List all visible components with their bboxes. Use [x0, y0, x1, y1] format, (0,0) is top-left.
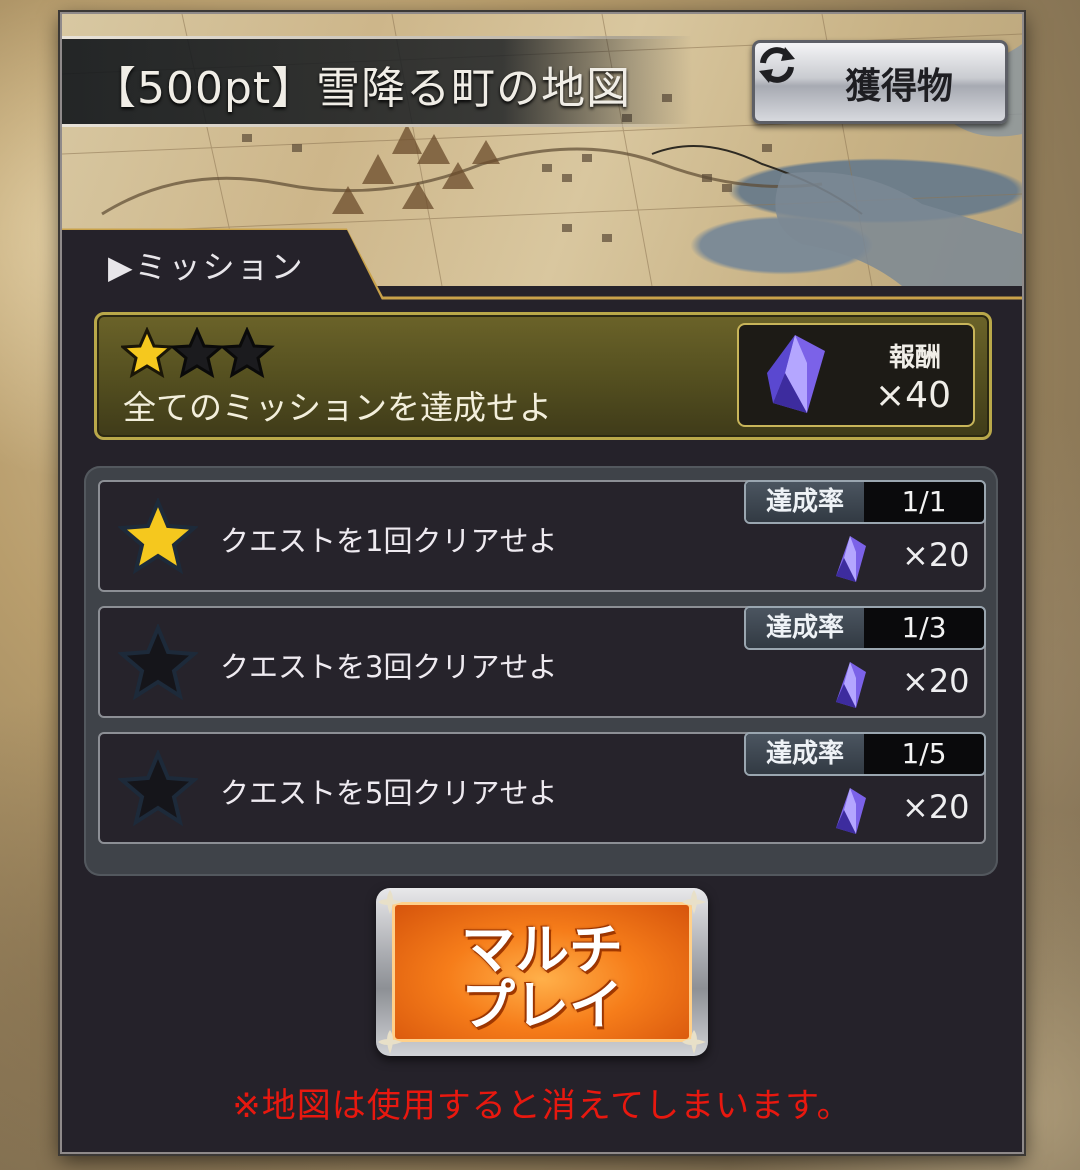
star-empty-icon [219, 327, 275, 379]
mission-dialog: 【500pt】雪降る町の地図 獲得物 ▶ミッション 全てのミッションを達成せよ … [60, 12, 1024, 1154]
fleur-ornament-icon [682, 890, 706, 914]
mission-text: クエストを1回クリアせよ [220, 524, 558, 558]
progress-box: 達成率 1/1 [744, 480, 986, 524]
button-face: マルチ プレイ [392, 902, 692, 1042]
mission-reward: ×20 [902, 788, 970, 826]
progress-label: 達成率 [746, 482, 864, 522]
crystal-icon [836, 536, 866, 582]
fleur-ornament-icon [682, 1030, 706, 1054]
map-title: 【500pt】雪降る町の地図 [92, 63, 632, 114]
loot-button[interactable]: 獲得物 [752, 40, 1008, 124]
progress-value: 1/5 [901, 737, 947, 770]
list-item: クエストを1回クリアせよ 達成率 1/1 ×20 [98, 480, 986, 592]
star-filled-icon [118, 498, 198, 575]
fleur-ornament-icon [378, 890, 402, 914]
all-missions-box: 全てのミッションを達成せよ 報酬 ×40 [94, 312, 992, 440]
triangle-right-icon: ▶ [108, 248, 135, 286]
loot-button-label: 獲得物 [845, 66, 954, 107]
title-divider-bottom [62, 124, 692, 127]
title-divider-top [62, 36, 692, 39]
mission-reward: ×20 [902, 662, 970, 700]
progress-label: 達成率 [746, 608, 864, 648]
crystal-icon [767, 335, 825, 413]
mission-list: クエストを1回クリアせよ 達成率 1/1 ×20 クエストを3回クリアせよ 達成… [84, 466, 998, 876]
crystal-icon [836, 662, 866, 708]
star-empty-icon [169, 327, 225, 379]
warning-text: ※地図は使用すると消えてしまいます。 [232, 1086, 852, 1126]
reward-value: ×40 [875, 375, 951, 416]
progress-value: 1/1 [901, 485, 947, 518]
mission-text: クエストを3回クリアせよ [220, 650, 558, 684]
refresh-icon [759, 47, 795, 83]
progress-box: 達成率 1/5 [744, 732, 986, 776]
all-missions-text: 全てのミッションを達成せよ [123, 388, 552, 427]
multi-play-button[interactable]: マルチ プレイ [376, 888, 708, 1056]
progress-box: 達成率 1/3 [744, 606, 986, 650]
mission-text: クエストを5回クリアせよ [220, 776, 558, 810]
star-empty-icon [118, 624, 198, 701]
reward-label: 報酬 [889, 343, 942, 373]
progress-value: 1/3 [901, 611, 947, 644]
list-item: クエストを5回クリアせよ 達成率 1/5 ×20 [98, 732, 986, 844]
star-empty-icon [118, 750, 198, 827]
progress-label: 達成率 [746, 734, 864, 774]
tab-mission-label: ▶ミッション [108, 248, 305, 286]
mission-reward: ×20 [902, 536, 970, 574]
reward-box: 報酬 ×40 [737, 323, 975, 427]
rating-stars [121, 327, 275, 379]
multi-play-label: マルチ プレイ [461, 918, 623, 1037]
fleur-ornament-icon [378, 1030, 402, 1054]
crystal-icon [836, 788, 866, 834]
list-item: クエストを3回クリアせよ 達成率 1/3 ×20 [98, 606, 986, 718]
star-filled-icon [121, 327, 175, 379]
